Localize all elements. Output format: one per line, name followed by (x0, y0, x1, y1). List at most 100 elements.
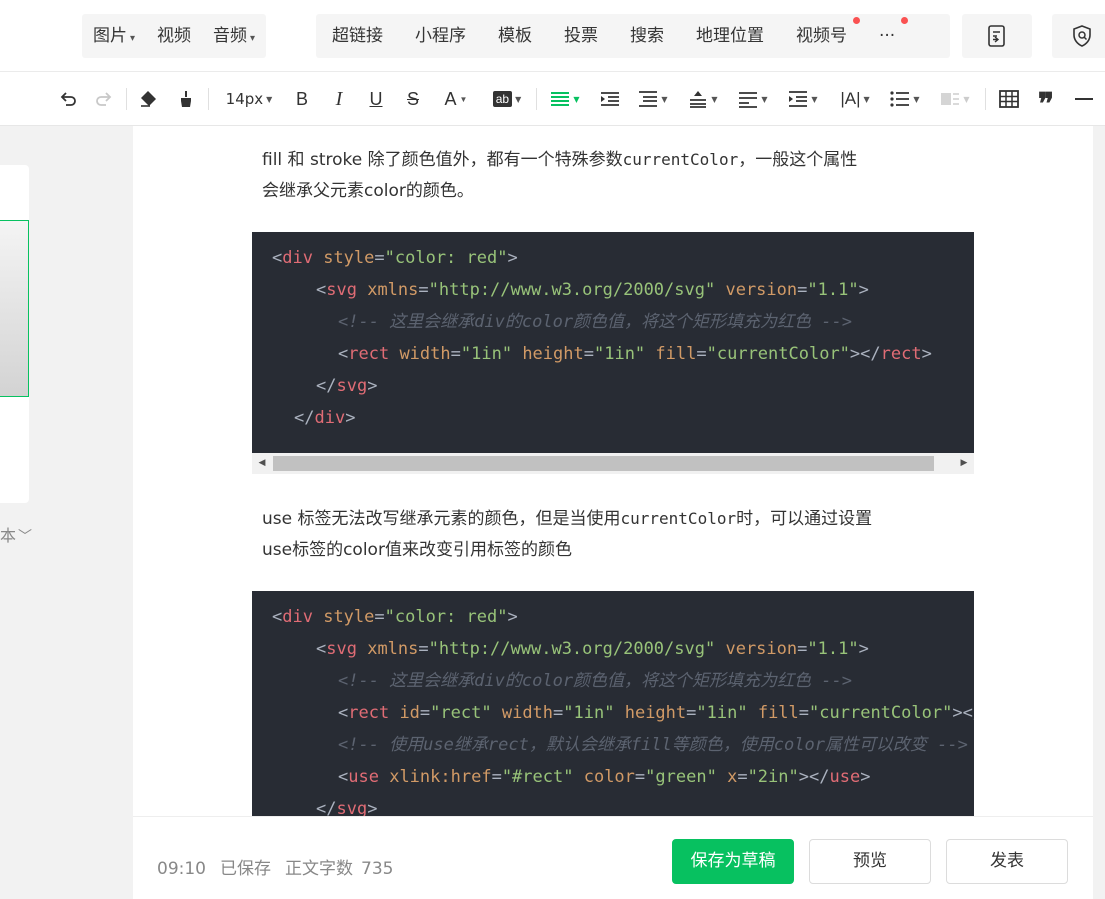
code-block-1[interactable]: <div style="color: red"> <svg xmlns="http… (252, 232, 974, 453)
code-token: > (858, 280, 869, 300)
paragraph-2-line-2: use标签的color值来改变引用标签的颜色 (262, 540, 572, 560)
code-line: <rect width="1in" height="1in" fill="cur… (338, 338, 932, 370)
format-painter-button[interactable] (173, 85, 199, 113)
scrollbar-thumb[interactable] (273, 456, 934, 471)
toolbar-divider (536, 88, 537, 110)
code-token: "1.1" (807, 639, 859, 659)
originality-button[interactable] (1052, 14, 1105, 58)
code-line: <svg xmlns="http://www.w3.org/2000/svg" … (316, 633, 869, 665)
code-token: svg (336, 799, 368, 816)
code-token: div (282, 248, 324, 268)
code-token: xmlns (367, 280, 419, 300)
paragraph-1[interactable]: fill 和 stroke 除了颜色值外，都有一个特殊参数currentColo… (262, 144, 972, 207)
publish-label: 发表 (990, 851, 1024, 871)
menu-image[interactable]: 图片 ▾ (82, 14, 146, 58)
divider-button[interactable] (1071, 85, 1097, 113)
code-token: > (507, 248, 518, 268)
menu-miniprogram[interactable]: 小程序 (399, 14, 482, 58)
scroll-left-icon[interactable]: ◀ (252, 453, 272, 474)
menu-hyperlink[interactable]: 超链接 (316, 14, 399, 58)
paragraph-spacing-button[interactable]: ▼ (635, 85, 671, 113)
quote-button[interactable]: ❞ (1033, 85, 1059, 120)
editor-area[interactable]: fill 和 stroke 除了颜色值外，都有一个特殊参数currentColo… (133, 126, 1093, 816)
inline-code: currentColor (622, 150, 739, 169)
code-token: rect (880, 344, 922, 364)
code-token: </ (294, 408, 315, 428)
more-icon: ··· (879, 26, 896, 46)
insert-menu-group: 超链接 小程序 模板 投票 搜索 地理位置 视频号 ··· (316, 14, 950, 58)
menu-search[interactable]: 搜索 (614, 14, 680, 58)
paragraph-2[interactable]: use 标签无法改写继承元素的颜色，但是当使用currentColor时，可以通… (262, 503, 972, 566)
word-count-value: 735 (361, 859, 394, 879)
menu-audio[interactable]: 音频 ▾ (202, 14, 266, 58)
code-token: xmlns (367, 639, 419, 659)
code-token: = (737, 767, 748, 787)
code-token: "1in" (593, 344, 646, 364)
footer-bar: 09:10 已保存 正文字数 735 保存为草稿 预览 发表 (133, 816, 1093, 899)
code-token: = (797, 639, 808, 659)
layout-icon (941, 93, 960, 105)
line-height-button[interactable]: ▼ (685, 85, 721, 113)
code-token: > (367, 376, 378, 396)
bold-button[interactable]: B (290, 85, 314, 113)
quote-icon: ❞ (1037, 88, 1055, 121)
paintbrush-icon (181, 91, 191, 107)
cover-thumbnail[interactable] (0, 220, 29, 397)
code-token: < (272, 607, 283, 627)
code-token: x (727, 767, 738, 787)
code-token: <!-- 这里会继承div的color颜色值，将这个矩形填充为红色 --> (338, 671, 852, 691)
code-token: < (338, 703, 349, 723)
preview-button[interactable]: 预览 (809, 839, 931, 884)
strikethrough-button[interactable]: S (401, 85, 425, 113)
code-token: "color: red" (384, 607, 508, 627)
chevron-down-icon: ▼ (863, 94, 870, 104)
format-toolbar: 14px ▼ B I U S A ▼ ab ▼ ▼ ▼ ▼ ▼ ▼ |A| ▼ ▼ ▼ … (0, 72, 1105, 126)
notification-dot (853, 17, 860, 24)
letter-spacing-button[interactable]: ▼ (735, 85, 771, 113)
menu-location[interactable]: 地理位置 (680, 14, 780, 58)
code-line: <div style="color: red"> (272, 242, 518, 274)
code-token: width (501, 703, 554, 723)
menu-more[interactable]: ··· (863, 14, 911, 58)
code-token: = (797, 280, 808, 300)
menu-hyperlink-label: 超链接 (332, 26, 383, 46)
code-token: "1.1" (807, 280, 859, 300)
redo-button[interactable] (91, 85, 117, 113)
clear-format-button[interactable] (135, 85, 161, 113)
code-token: style (323, 248, 375, 268)
chevron-down-icon: ▼ (515, 94, 522, 104)
font-size-select[interactable]: 14px ▼ (218, 85, 280, 113)
code-token: "http://www.w3.org/2000/svg" (428, 280, 716, 300)
align-left-button[interactable]: ▼ (547, 85, 583, 113)
menu-vote[interactable]: 投票 (548, 14, 614, 58)
chevron-down-icon: ▼ (711, 94, 718, 104)
menu-video[interactable]: 视频 (146, 14, 202, 58)
underline-button[interactable]: U (364, 85, 388, 113)
list-button[interactable]: ▼ (887, 85, 923, 113)
publish-button[interactable]: 发表 (946, 839, 1068, 884)
menu-search-label: 搜索 (630, 26, 664, 46)
text-direction-button[interactable]: |A| ▼ (835, 85, 875, 113)
font-color-button[interactable]: A ▼ (438, 85, 474, 113)
undo-button[interactable] (55, 85, 81, 113)
code-line: <div style="color: red"> (272, 601, 518, 633)
code-block-1-scrollbar[interactable]: ◀ ▶ (252, 453, 974, 474)
scroll-right-icon[interactable]: ▶ (954, 453, 974, 474)
first-line-indent-button[interactable] (597, 85, 623, 113)
insert-table-button[interactable] (996, 85, 1022, 113)
indent-button[interactable]: ▼ (785, 85, 821, 113)
import-doc-button[interactable] (962, 14, 1032, 58)
background-color-button[interactable]: ab ▼ (488, 85, 526, 113)
code-block-2[interactable]: <div style="color: red"> <svg xmlns="http… (252, 591, 974, 816)
menu-channels[interactable]: 视频号 (780, 14, 863, 58)
image-layout-button[interactable]: ▼ (937, 85, 973, 113)
top-menu-bar: 图片 ▾ 视频 音频 ▾ 超链接 小程序 模板 投票 搜索 地理位置 视频号 ··· (0, 0, 1105, 72)
menu-template[interactable]: 模板 (482, 14, 548, 58)
code-token: "1in" (460, 344, 513, 364)
save-draft-button[interactable]: 保存为草稿 (672, 839, 794, 884)
left-panel-label[interactable]: 本 ﹀ (0, 522, 32, 546)
italic-button[interactable]: I (327, 85, 351, 113)
